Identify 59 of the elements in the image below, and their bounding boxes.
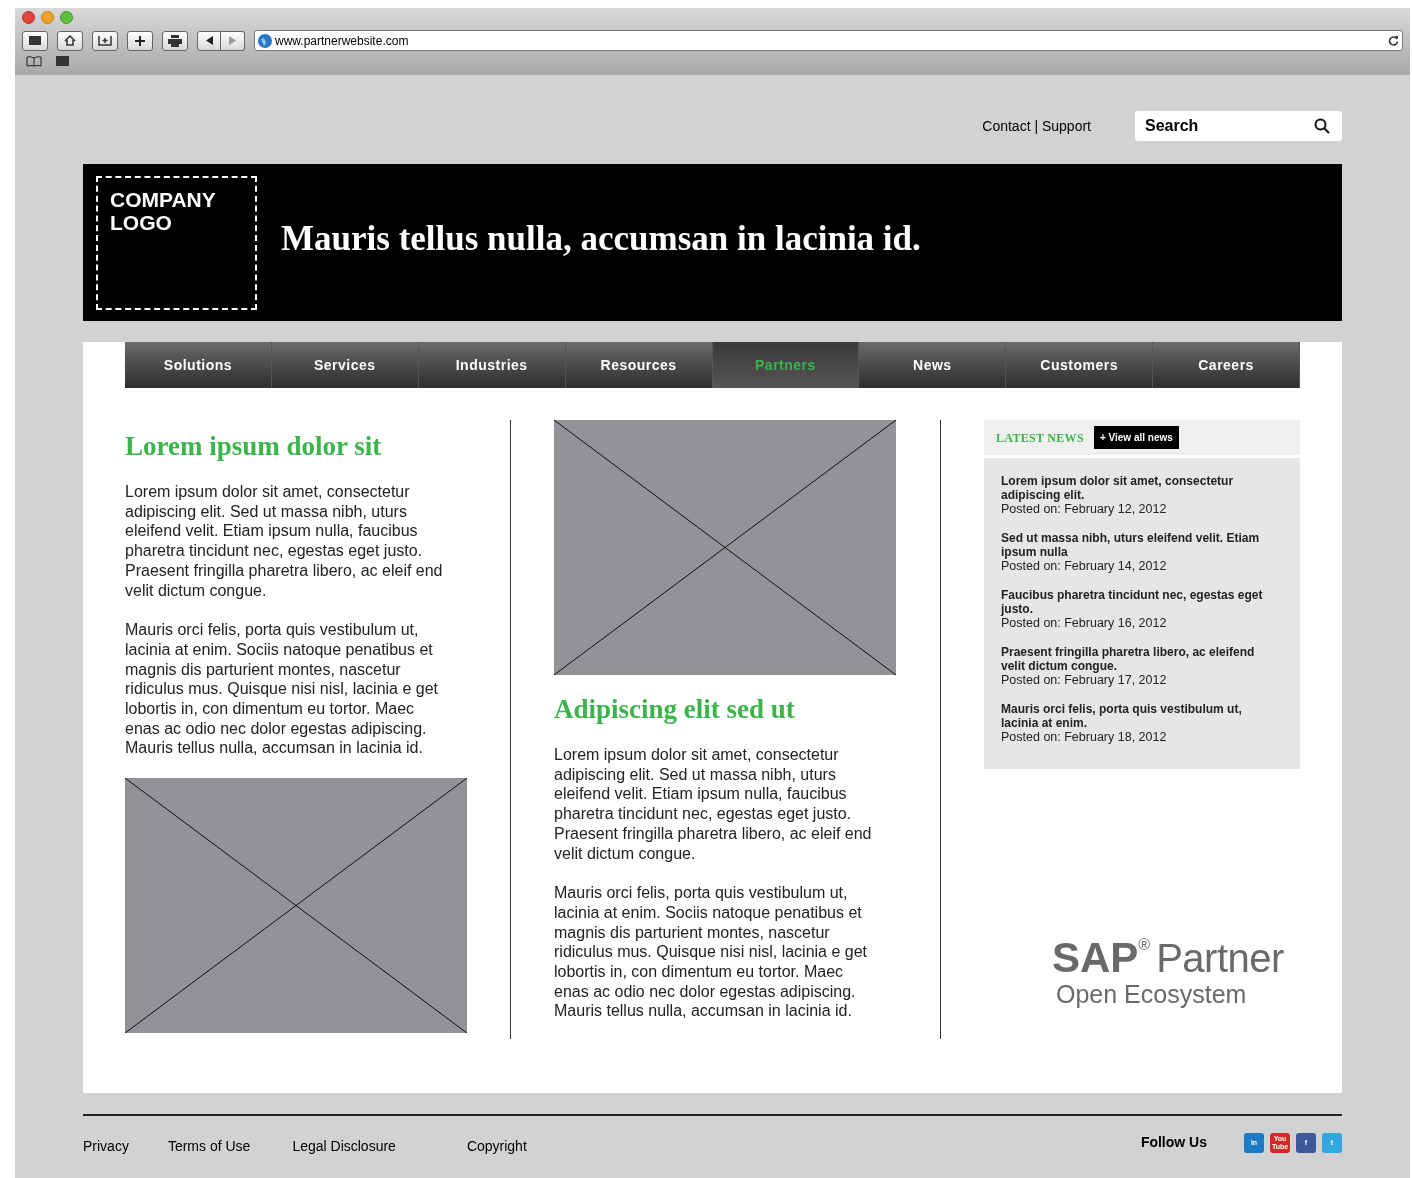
home-icon (64, 35, 76, 46)
view-all-news-link[interactable]: + View all news (1093, 426, 1179, 449)
nav-tab[interactable]: Industries (418, 342, 566, 388)
news-item-date: Posted on: February 18, 2012 (1001, 730, 1168, 745)
url-text: www.partnerwebsite.com (275, 32, 410, 50)
reload-icon[interactable] (1388, 35, 1399, 46)
news-item-title[interactable]: Faucibus pharetra tincidunt nec, egestas eget justo. (1001, 588, 1276, 616)
body-paragraph: Mauris orci felis, porta quis vestibulum ut, lacinia at enim. Sociis natoque penatibus et magnis dis parturient montes, nascetur ridiculus mus. Quisque nisi nisl, lacinia e get lobortis in, con dimentum eu tortor. Maec enas ac odio nec dolor egestas adipiscing. Mauris tellus nulla, accumsan in lacinia id. (125, 620, 440, 759)
nav-tab[interactable]: Services (271, 342, 419, 388)
section-heading: Lorem ipsum dolor sit (125, 430, 383, 462)
add-bookmark-button[interactable] (92, 30, 118, 51)
news-item-title[interactable]: Sed ut massa nibh, uturs eleifend velit. Etiam ipsum nulla (1001, 531, 1276, 559)
plus-icon (135, 35, 145, 46)
grid-button[interactable] (22, 30, 48, 51)
news-title: LATEST NEWS (996, 429, 1084, 447)
back-arrow-icon (205, 36, 213, 45)
forward-arrow-icon (229, 36, 236, 45)
section-heading: Adipiscing elit sed ut (554, 693, 796, 725)
news-item-date: Posted on: February 12, 2012 (1001, 502, 1168, 517)
news-item-title[interactable]: Lorem ipsum dolor sit amet, consectetur adipiscing elit. (1001, 474, 1276, 502)
close-light-icon[interactable] (22, 10, 35, 24)
address-field[interactable]: www.partnerwebsite.com (254, 30, 1403, 51)
forward-button[interactable] (221, 30, 245, 51)
nav-tab[interactable]: Customers (1006, 342, 1154, 388)
footer-link[interactable]: Privacy (83, 1136, 129, 1157)
news-item-date: Posted on: February 14, 2012 (1001, 559, 1168, 574)
contact-support-links[interactable]: Contact | Support (982, 115, 1091, 137)
partner-brand: SAP (1052, 937, 1139, 979)
back-button[interactable] (197, 30, 221, 51)
news-item-title[interactable]: Mauris orci felis, porta quis vestibulum ut, lacinia at enim. (1001, 702, 1276, 730)
logo-text: COMPANY (110, 187, 217, 211)
tray-plus-icon (98, 35, 112, 46)
body-paragraph: Mauris orci felis, porta quis vestibulum ut, lacinia at enim. Sociis natoque penatibus et magnis dis parturient montes, nascetur ridiculus mus. Quisque nisi nisl, lacinia e get lobortis in, con dimentum eu tortor. Maec enas ac odio nec dolor egestas adipiscing. Mauris tellus nulla, accumsan in lacinia id. (554, 883, 869, 1022)
search-icon[interactable] (1314, 118, 1330, 134)
book-icon[interactable] (26, 56, 42, 67)
new-tab-button[interactable] (127, 30, 153, 51)
home-button[interactable] (57, 30, 83, 51)
body-paragraph: Lorem ipsum dolor sit amet, consectetur adipiscing elit. Sed ut massa nibh, uturs eleifend velit. Etiam ipsum nulla, faucibus pharetra tincidunt nec, egestas eget justo. Praesent fringilla pharetra libero, ac eleif end velit dictum congue. (554, 745, 873, 864)
partner-tagline: Open Ecosystem (1056, 979, 1248, 1009)
footer-link[interactable]: Legal Disclosure (292, 1136, 396, 1157)
printer-icon (168, 34, 182, 47)
news-item-date: Posted on: February 16, 2012 (1001, 616, 1168, 631)
print-button[interactable] (162, 30, 188, 51)
header-headline: Mauris tellus nulla, accumsan in lacinia id. (281, 218, 921, 261)
footer-link[interactable]: Terms of Use (167, 1136, 251, 1157)
body-paragraph: Lorem ipsum dolor sit amet, consectetur adipiscing elit. Sed ut massa nibh, uturs eleifend velit. Etiam ipsum nulla, faucibus pharetra tincidunt nec, egestas eget justo. Praesent fringilla pharetra libero, ac eleif end velit dictum congue. (125, 482, 444, 601)
registered-mark: ® (1138, 937, 1151, 953)
nav-tab[interactable]: Resources (565, 342, 713, 388)
nav-tab[interactable]: Careers (1153, 342, 1300, 388)
search-field[interactable]: Search (1135, 111, 1342, 141)
logo-text: LOGO (110, 210, 173, 234)
globe-icon (258, 33, 272, 48)
news-item-title[interactable]: Praesent fringilla pharetra libero, ac eleifend velit dictum congue. (1001, 645, 1276, 673)
nav-tab[interactable]: News (859, 342, 1007, 388)
follow-us-label: Follow Us (1140, 1133, 1207, 1152)
footer-link[interactable]: Copyright (466, 1136, 527, 1157)
nav-tab[interactable]: Solutions (125, 342, 272, 388)
news-item-date: Posted on: February 17, 2012 (1001, 673, 1168, 688)
partner-word: Partner (1156, 937, 1284, 979)
